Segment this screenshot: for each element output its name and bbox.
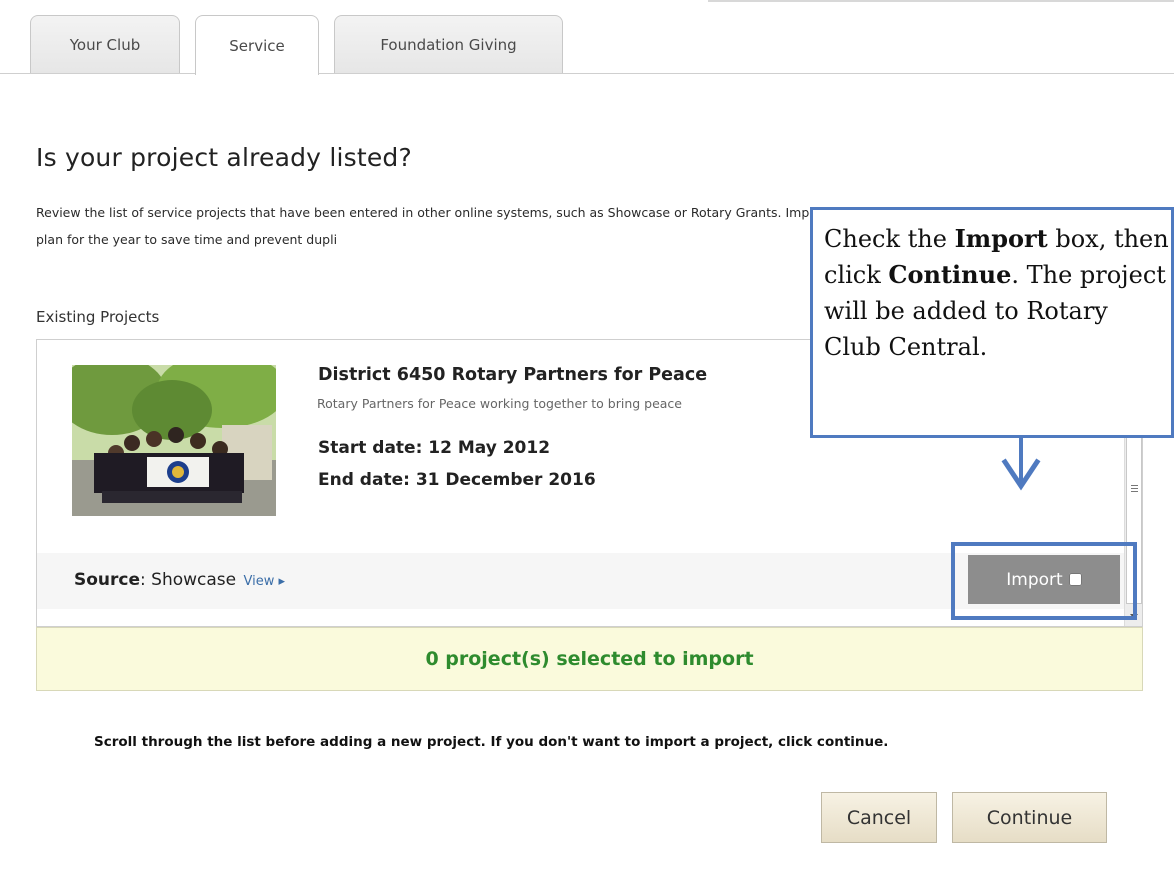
source-info: Source: Showcase View ▸	[74, 570, 286, 590]
project-description: Rotary Partners for Peace working togeth…	[317, 396, 682, 411]
view-link[interactable]: View ▸	[244, 574, 286, 589]
import-button[interactable]: Import	[968, 555, 1120, 604]
callout-import-emphasis: Import	[954, 224, 1048, 253]
grip-line	[1131, 485, 1138, 486]
callout-text: Check the	[824, 225, 955, 253]
tab-your-club[interactable]: Your Club	[30, 15, 180, 74]
cancel-button[interactable]: Cancel	[821, 792, 937, 843]
selected-count-bar: 0 project(s) selected to import	[36, 627, 1143, 691]
scroll-instruction: Scroll through the list before adding a …	[94, 734, 889, 750]
project-start-date: Start date: 12 May 2012	[318, 438, 551, 458]
tab-bar: Your Club Service Foundation Giving	[0, 15, 1174, 75]
project-source-row: Source: Showcase View ▸ Import	[37, 553, 1125, 609]
callout-arrow-icon	[1001, 458, 1041, 491]
grip-line	[1131, 491, 1138, 492]
instruction-callout: Check the Import box, then click Continu…	[810, 207, 1174, 438]
source-label: Source	[74, 570, 141, 590]
continue-button[interactable]: Continue	[952, 792, 1107, 843]
grip-line	[1131, 488, 1138, 489]
tab-foundation-giving[interactable]: Foundation Giving	[334, 15, 563, 74]
project-title: District 6450 Rotary Partners for Peace	[318, 365, 708, 385]
existing-projects-label: Existing Projects	[36, 308, 160, 326]
callout-continue-emphasis: Continue	[888, 260, 1012, 289]
top-divider	[708, 0, 1174, 5]
page-title: Is your project already listed?	[36, 143, 412, 172]
tab-underline	[0, 73, 1174, 74]
scroll-down-arrow-icon[interactable]	[1130, 614, 1138, 619]
source-value: Showcase	[151, 570, 237, 590]
import-checkbox[interactable]	[1068, 573, 1082, 586]
project-end-date: End date: 31 December 2016	[318, 470, 596, 490]
project-photo	[72, 365, 276, 516]
import-label: Import	[1006, 569, 1063, 590]
tab-service[interactable]: Service	[195, 15, 319, 75]
